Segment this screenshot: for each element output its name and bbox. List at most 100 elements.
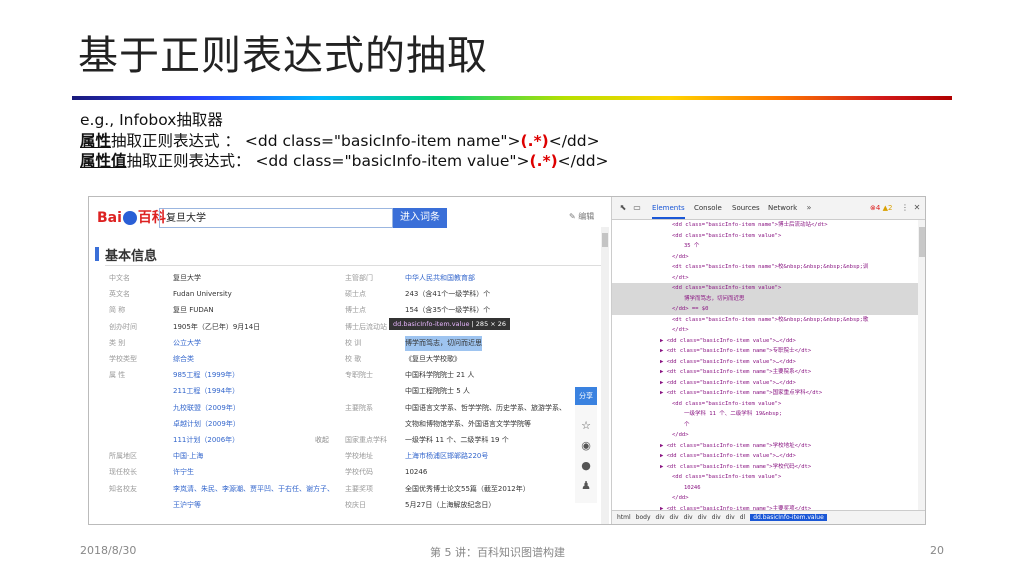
dom-node-line[interactable]: 一级学科 11 个、二级学科 19&nbsp; xyxy=(612,409,918,420)
inspect-cursor-icon[interactable]: ⬉ xyxy=(618,202,628,213)
info-value[interactable]: 九校联盟（2009年） xyxy=(173,401,240,416)
breadcrumb-item-selected[interactable]: dd.basicInfo-item.value xyxy=(750,514,827,521)
breadcrumb-item[interactable]: div xyxy=(684,514,693,521)
breadcrumb-item[interactable]: dl xyxy=(740,514,745,521)
dom-node-line[interactable]: ▶ <dt class="basicInfo-item name">国家重点学科… xyxy=(612,388,918,399)
breadcrumb-item[interactable]: body xyxy=(636,514,651,521)
baidu-baike-logo[interactable]: Bai 百科 xyxy=(97,207,166,227)
close-icon[interactable]: ✕ xyxy=(912,202,922,213)
info-key: 主管部门 xyxy=(345,274,373,282)
info-value[interactable]: 211工程（1994年） xyxy=(173,384,239,399)
devtools-panel: ⬉ ▭ Elements Console Sources Network » ⊗… xyxy=(611,197,925,524)
dom-node-line[interactable]: <dt class="basicInfo-item name">校&nbsp;&… xyxy=(612,262,918,273)
info-value[interactable]: 卓越计划（2009年） xyxy=(173,417,240,432)
info-key: 博士后流动站 xyxy=(345,322,387,331)
dom-node-line[interactable]: <dd class="basicInfo-item value"> xyxy=(612,399,918,410)
info-value: 中国科学院院士 21 人 xyxy=(405,371,475,380)
info-key: 校庆日 xyxy=(345,500,366,509)
attribute-regex-line: 属性抽取正则表达式 ： <dd class="basicInfo-item na… xyxy=(80,131,600,151)
error-count-badge[interactable]: ⊗4 ▲2 xyxy=(870,197,892,219)
dom-node-line[interactable]: 10246 xyxy=(612,483,918,494)
weibo-icon[interactable]: ◉ xyxy=(579,439,593,453)
dom-node-line[interactable]: </dt> xyxy=(612,273,918,284)
dom-node-line[interactable]: ▶ <dt class="basicInfo-item name">学校地址</… xyxy=(612,441,918,452)
dom-node-line[interactable]: ▶ <dd class="basicInfo-item value">…</dd… xyxy=(612,451,918,462)
collapse-toggle[interactable]: 收起 xyxy=(315,433,329,448)
dom-node-line[interactable]: <dt class="basicInfo-item name">校&nbsp;&… xyxy=(612,315,918,326)
dom-node-line[interactable]: ▶ <dt class="basicInfo-item name">专职院士</… xyxy=(612,346,918,357)
dom-node-line[interactable]: <dd class="basicInfo-item value"> xyxy=(612,472,918,483)
page-scrollbar-thumb[interactable] xyxy=(602,233,608,247)
dom-node-line[interactable]: ▶ <dd class="basicInfo-item value">…</dd… xyxy=(612,357,918,368)
dom-node-line[interactable]: 博学而笃志，切问而近思 xyxy=(612,293,918,304)
info-value[interactable]: 综合类 xyxy=(173,352,194,367)
info-key: 类 别 xyxy=(109,338,126,347)
tab-network[interactable]: Network xyxy=(768,197,797,219)
breadcrumb-item[interactable]: div xyxy=(698,514,707,521)
dom-node-line[interactable]: </dt> xyxy=(612,325,918,336)
breadcrumb-item[interactable]: div xyxy=(726,514,735,521)
dom-node-line[interactable]: </dd> xyxy=(612,430,918,441)
info-value[interactable]: 李岚清、朱民、李源潮、贾平凹、于右任、谢方子、 xyxy=(173,482,334,497)
info-value[interactable]: 上海市杨浦区邯郸路220号 xyxy=(405,449,488,464)
share-button[interactable]: 分享 xyxy=(575,387,597,405)
dom-node-line[interactable]: ▶ <dt class="basicInfo-item name">主要院系</… xyxy=(612,367,918,378)
info-key: 学校地址 xyxy=(345,452,373,461)
edit-button[interactable]: ✎ 编辑 xyxy=(569,211,594,222)
page-scrollbar[interactable] xyxy=(601,227,609,524)
value-label: 属性值 xyxy=(80,152,127,170)
info-value[interactable]: 111计划（2006年） xyxy=(173,433,239,448)
dom-node-line[interactable]: 个 xyxy=(612,420,918,431)
breadcrumb-item[interactable]: div xyxy=(656,514,665,521)
dom-node-line[interactable]: <dd class="basicInfo-item value"> xyxy=(612,231,918,242)
breadcrumb-item[interactable]: div xyxy=(670,514,679,521)
info-value[interactable]: 王沪宁等 xyxy=(173,498,201,513)
devtools-scrollbar-thumb[interactable] xyxy=(919,227,925,257)
info-value[interactable]: 中国·上海 xyxy=(173,449,203,464)
dom-node-line[interactable]: ▶ <dd class="basicInfo-item value">…</dd… xyxy=(612,336,918,347)
info-key: 创办时间 xyxy=(109,322,137,331)
dom-node-line[interactable]: ▶ <dt class="basicInfo-item name">学校代码</… xyxy=(612,462,918,473)
more-options-icon[interactable]: ⋮ xyxy=(900,202,910,213)
dom-node-line[interactable]: </dd> xyxy=(612,493,918,504)
tab-sources[interactable]: Sources xyxy=(732,197,760,219)
info-value: 《复旦大学校歌》 xyxy=(405,355,461,363)
device-toolbar-icon[interactable]: ▭ xyxy=(632,202,642,213)
enter-entry-button[interactable]: 进入词条 xyxy=(393,208,447,228)
info-value: 一级学科 11 个、二级学科 19 个 xyxy=(405,436,509,444)
dom-node-line[interactable]: <dd class="basicInfo-item name">博士后流动站</… xyxy=(612,220,918,231)
dom-node-line[interactable]: ▶ <dd class="basicInfo-item value">…</dd… xyxy=(612,378,918,389)
more-tabs-icon[interactable]: » xyxy=(804,202,814,213)
baike-search-input[interactable]: 复旦大学 xyxy=(159,208,393,228)
info-row: 中文名 复旦大学 主管部门 中华人民共和国教育部 xyxy=(109,271,599,286)
tab-console[interactable]: Console xyxy=(694,197,722,219)
qq-icon[interactable]: ♟ xyxy=(579,479,593,493)
value-regex-text: 抽取正则表达式： <dd class="basicInfo-item value… xyxy=(126,152,530,170)
info-value[interactable]: 许宁生 xyxy=(173,465,194,480)
devtools-scrollbar[interactable] xyxy=(918,220,925,510)
dom-node-line[interactable]: </dd> == $0 xyxy=(612,304,918,315)
info-key: 校 训 xyxy=(345,338,362,347)
info-key: 知名校友 xyxy=(109,484,137,493)
wechat-icon[interactable]: ● xyxy=(579,459,593,473)
dom-node-line[interactable]: 35 个 xyxy=(612,241,918,252)
star-icon[interactable]: ☆ xyxy=(579,419,593,433)
info-value: Fudan University xyxy=(173,290,232,299)
info-row: 所属地区 中国·上海 学校地址 上海市杨浦区邯郸路220号 xyxy=(109,449,599,464)
info-key: 国家重点学科 xyxy=(345,436,387,444)
page-number: 20 xyxy=(930,544,944,557)
browser-screenshot: Bai 百科 复旦大学 进入词条 ✎ 编辑 基本信息 中文名 复旦大学 主管部门 中华人… xyxy=(88,196,926,525)
info-row: 卓越计划（2009年） 文物和博物馆学系、外国语言文学学院等 xyxy=(109,417,599,432)
tab-elements[interactable]: Elements xyxy=(652,197,685,219)
info-value[interactable]: 公立大学 xyxy=(173,336,201,351)
info-value: 文物和博物馆学系、外国语言文学学院等 xyxy=(405,419,531,428)
breadcrumb-item[interactable]: div xyxy=(712,514,721,521)
info-key: 现任校长 xyxy=(109,468,137,477)
info-value[interactable]: 中华人民共和国教育部 xyxy=(405,271,475,286)
info-value[interactable]: 985工程（1999年） xyxy=(173,368,239,383)
baidu-paw-icon xyxy=(122,211,137,225)
slide-title: 基于正则表达式的抽取 xyxy=(78,33,488,79)
breadcrumb-item[interactable]: html xyxy=(617,514,631,521)
dom-node-line[interactable]: </dd> xyxy=(612,252,918,263)
dom-node-line[interactable]: <dd class="basicInfo-item value"> xyxy=(612,283,918,294)
